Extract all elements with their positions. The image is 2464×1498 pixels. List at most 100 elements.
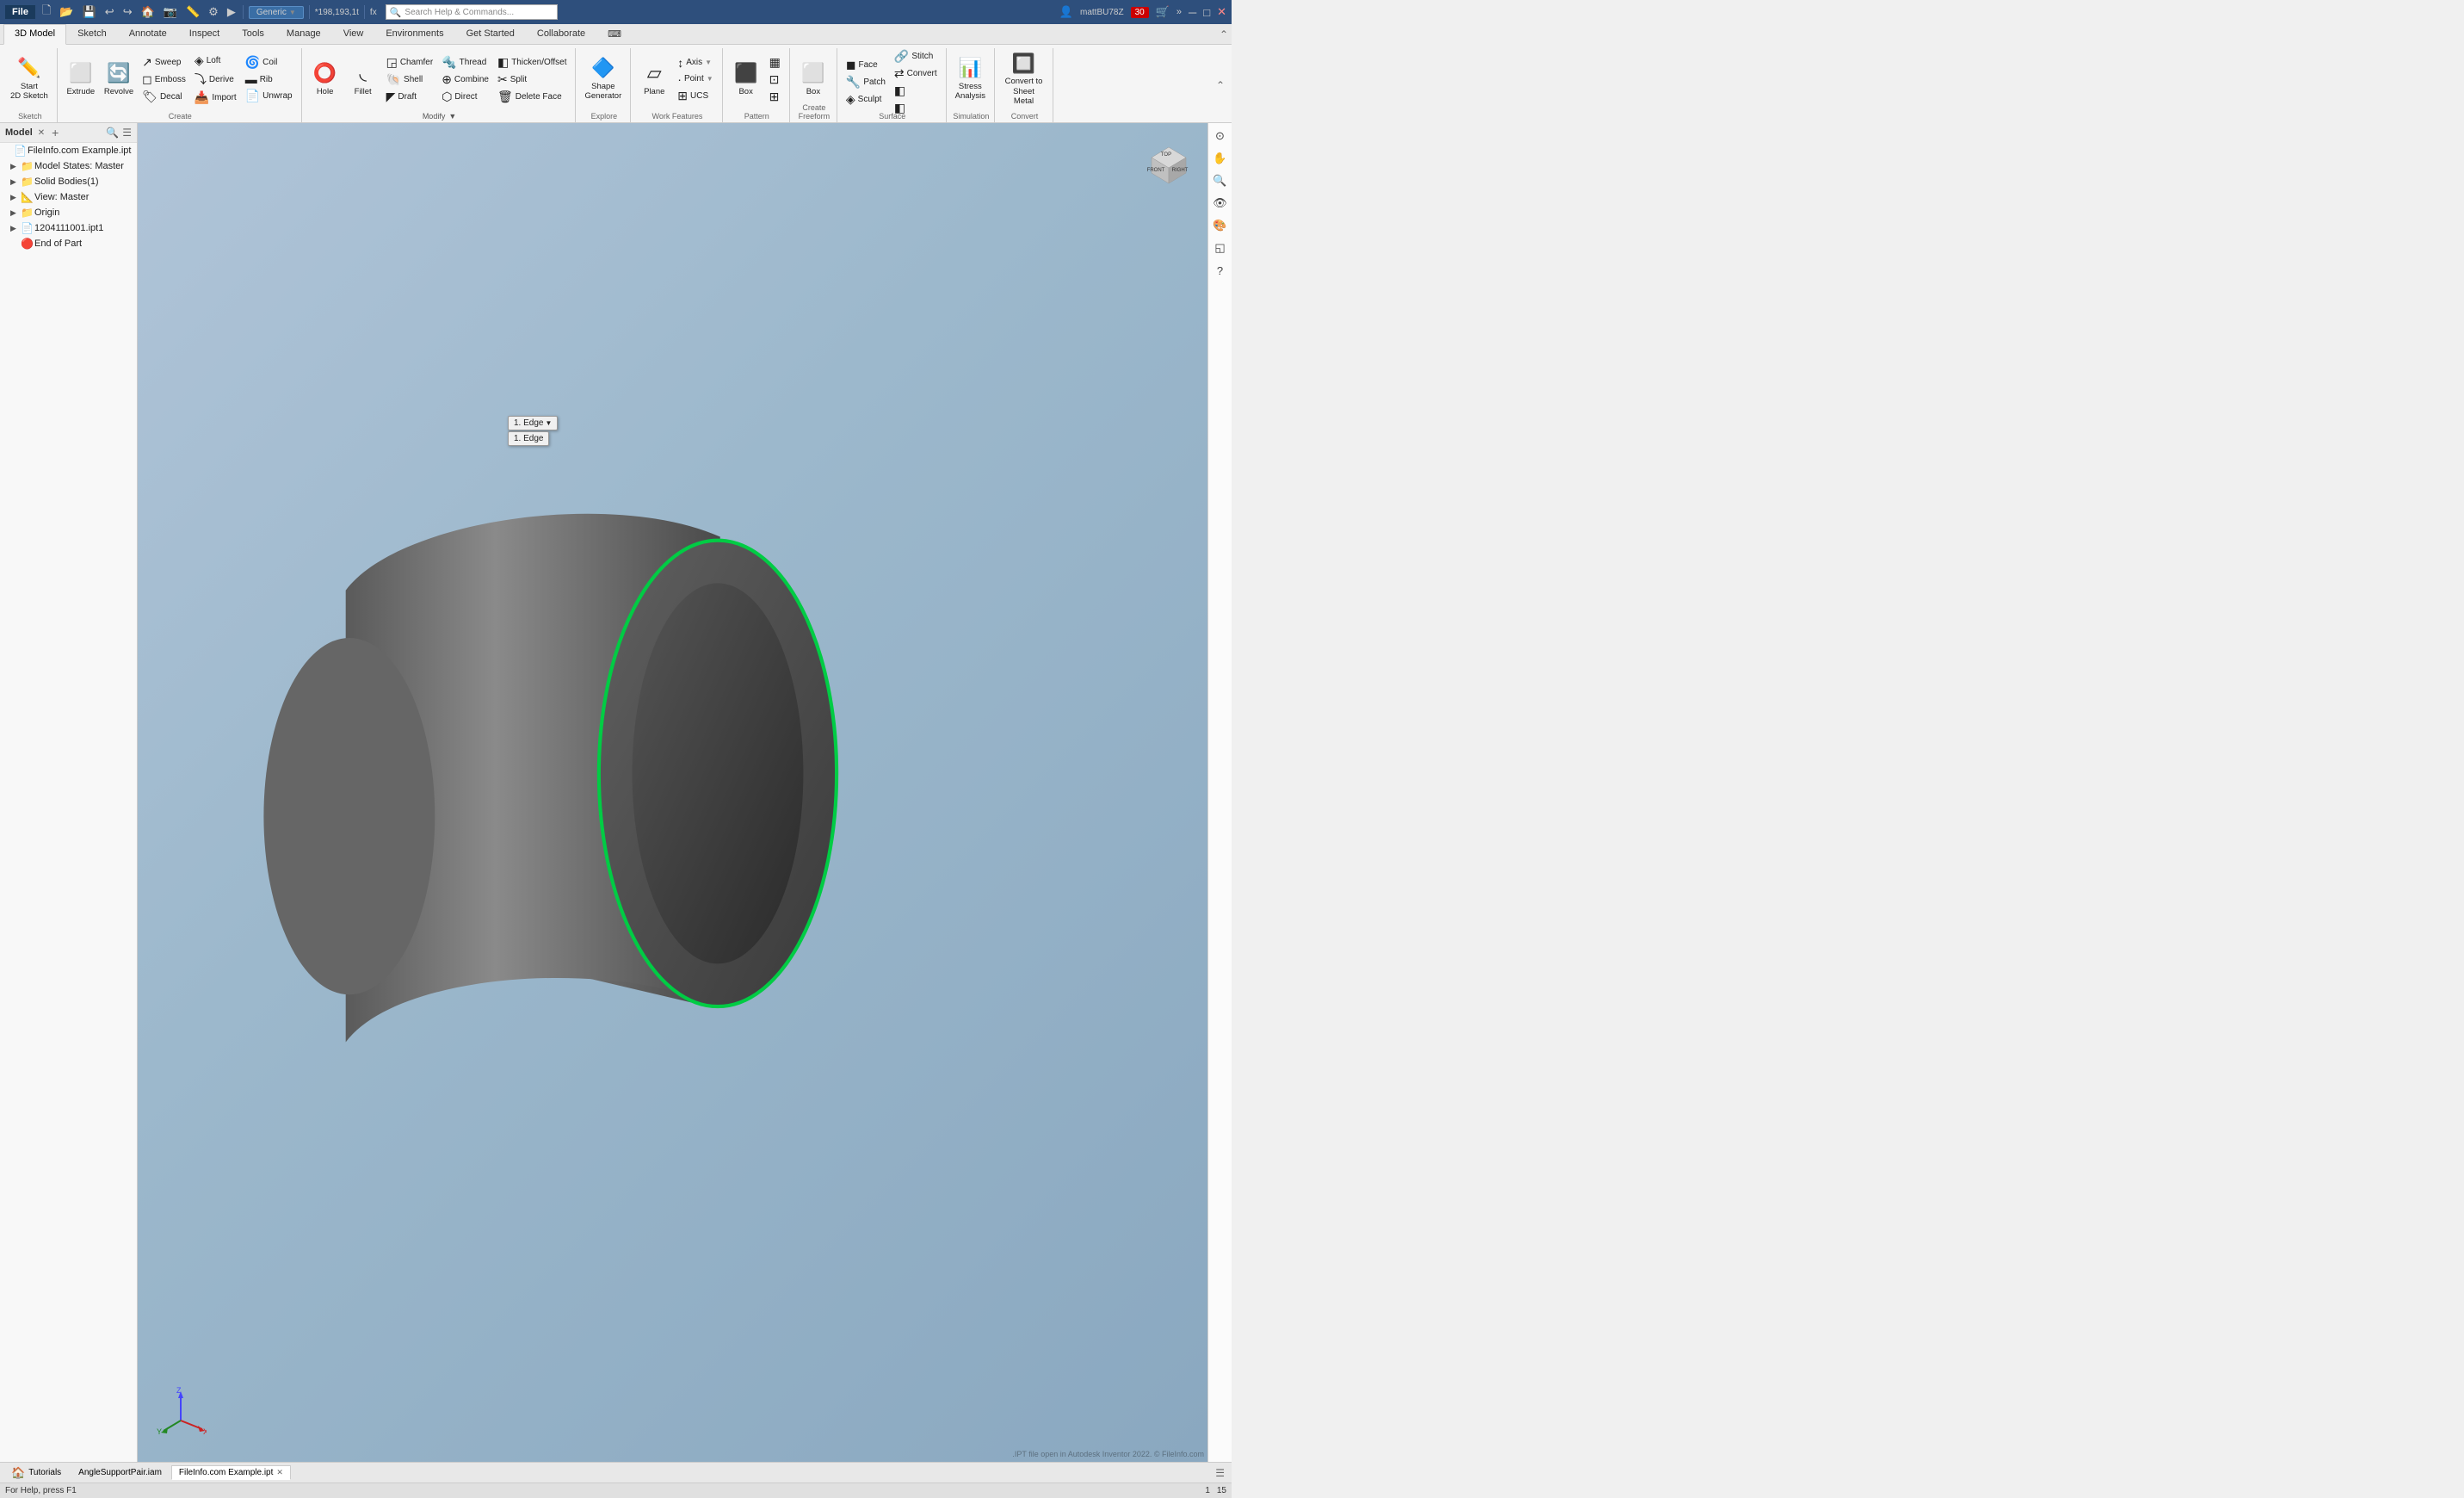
- tab-collaborate[interactable]: Collaborate: [526, 24, 596, 44]
- shell-button[interactable]: 🐚Shell: [383, 71, 437, 88]
- tab-anglesupportpair[interactable]: AngleSupportPair.iam: [71, 1465, 170, 1480]
- run-icon[interactable]: ▶: [225, 5, 238, 19]
- viewport[interactable]: 1. Edge ▼ 1. Edge TOP FRONT RIGHT: [138, 123, 1207, 1462]
- bottom-menu-btn[interactable]: ☰: [1212, 1467, 1228, 1479]
- start-2d-sketch-button[interactable]: ✏️ Start2D Sketch: [7, 55, 52, 102]
- shell-icon: 🐚: [386, 72, 401, 87]
- tooltip-edge-2[interactable]: 1. Edge: [508, 431, 549, 446]
- section-view-btn[interactable]: ◱: [1211, 238, 1230, 257]
- maximize-btn[interactable]: □: [1203, 6, 1210, 19]
- surface-btn3[interactable]: ◧: [891, 83, 941, 99]
- minimize-btn[interactable]: ─: [1189, 6, 1196, 19]
- fillet-button[interactable]: ◟ Fillet: [345, 60, 381, 98]
- tab-tools[interactable]: Tools: [231, 24, 275, 44]
- model-search-btn[interactable]: 🔍: [106, 127, 119, 139]
- derive-button[interactable]: ⤵Derive: [191, 70, 240, 89]
- model-tab-add[interactable]: +: [52, 126, 59, 139]
- new-icon[interactable]: 🗋: [40, 3, 52, 22]
- camera-icon[interactable]: 📷: [162, 5, 179, 19]
- split-button[interactable]: ✂Split: [494, 71, 571, 88]
- pattern-btn1[interactable]: ▦: [766, 54, 784, 71]
- tooltip-edge-1[interactable]: 1. Edge ▼: [508, 416, 558, 430]
- direct-button[interactable]: ⬡Direct: [438, 89, 492, 105]
- look-from-btn[interactable]: 👁: [1211, 194, 1230, 213]
- thread-button[interactable]: 🔩Thread: [438, 54, 492, 71]
- thicken-button[interactable]: ◧Thicken/Offset: [494, 54, 571, 71]
- ucs-button[interactable]: ⊞UCS: [674, 88, 716, 104]
- fileinfo-tab-close[interactable]: ✕: [276, 1468, 283, 1477]
- convert-sheet-metal-button[interactable]: 🔲 Convert toSheet Metal: [1000, 51, 1047, 108]
- face-button[interactable]: ◼Face: [843, 57, 889, 73]
- tab-3dmodel[interactable]: 3D Model: [3, 24, 66, 45]
- file-menu-button[interactable]: File: [5, 5, 35, 19]
- save-icon[interactable]: 💾: [81, 5, 98, 19]
- patch-button[interactable]: 🔧Patch: [843, 74, 889, 90]
- tree-item-root[interactable]: 📄 FileInfo.com Example.ipt: [0, 143, 137, 158]
- open-icon[interactable]: 📂: [58, 5, 75, 19]
- modify-arrow[interactable]: ▼: [448, 112, 456, 121]
- tab-fileinfo-example[interactable]: FileInfo.com Example.ipt ✕: [171, 1465, 291, 1480]
- tab-view[interactable]: View: [332, 24, 375, 44]
- unwrap-button[interactable]: 📄Unwrap: [242, 88, 296, 104]
- delete-face-button[interactable]: 🗑Delete Face: [494, 89, 571, 105]
- chamfer-button[interactable]: ◲Chamfer: [383, 54, 437, 71]
- sweep-button[interactable]: ↗Sweep: [139, 54, 189, 71]
- rib-button[interactable]: ▬Rib: [242, 71, 296, 87]
- revolve-button[interactable]: 🔄 Revolve: [101, 60, 137, 98]
- tree-item-origin[interactable]: ▶ 📁 Origin: [0, 205, 137, 220]
- ribbon-expand-btn[interactable]: ⌃: [1216, 79, 1225, 91]
- generic-dropdown[interactable]: Generic ▼: [249, 6, 304, 19]
- tree-item-view[interactable]: ▶ 📐 View: Master: [0, 189, 137, 205]
- emboss-button[interactable]: ◻Emboss: [139, 71, 189, 88]
- tab-annotate[interactable]: Annotate: [118, 24, 178, 44]
- home-icon[interactable]: 🏠: [139, 5, 157, 19]
- measure-icon[interactable]: 📏: [184, 5, 201, 19]
- box-freeform-button[interactable]: ⬜ Box: [795, 60, 831, 98]
- model-tab-close[interactable]: ✕: [38, 128, 45, 138]
- box-pattern-button[interactable]: ⬛ Box: [728, 60, 764, 98]
- tab-getstarted[interactable]: Get Started: [455, 24, 526, 44]
- nav-cube[interactable]: TOP FRONT RIGHT: [1139, 132, 1199, 192]
- tab-tutorials[interactable]: 🏠 Tutorials: [3, 1464, 69, 1483]
- import-button[interactable]: 📥Import: [191, 90, 240, 106]
- plane-button[interactable]: ▱ Plane: [636, 60, 672, 98]
- axis-button[interactable]: ↕Axis▼: [674, 55, 716, 71]
- stress-analysis-button[interactable]: 📊 StressAnalysis: [952, 55, 989, 102]
- plane-icon: ▱: [647, 62, 662, 84]
- settings-icon[interactable]: ⚙: [207, 5, 220, 19]
- loft-button[interactable]: ◈Loft: [191, 53, 240, 69]
- tab-environments[interactable]: Environments: [374, 24, 454, 44]
- tree-item-ipt1[interactable]: ▶ 📄 1204111001.ipt1: [0, 220, 137, 236]
- help-rt-btn[interactable]: ?: [1211, 261, 1230, 280]
- coil-button[interactable]: 🌀Coil: [242, 54, 296, 71]
- tree-item-solidbodies[interactable]: ▶ 📁 Solid Bodies(1): [0, 174, 137, 189]
- tree-item-endofpart[interactable]: 🔴 End of Part: [0, 236, 137, 251]
- hole-button[interactable]: ⭕ Hole: [307, 60, 343, 98]
- draft-button[interactable]: ◤Draft: [383, 89, 437, 105]
- tab-sketch[interactable]: Sketch: [66, 24, 118, 44]
- redo-icon[interactable]: ↪: [121, 5, 134, 19]
- tab-inspect[interactable]: Inspect: [178, 24, 231, 44]
- stitch-button[interactable]: 🔗Stitch: [891, 48, 941, 65]
- convert-surface-button[interactable]: ⇄Convert: [891, 65, 941, 82]
- model-menu-btn[interactable]: ☰: [122, 127, 132, 139]
- orbit-btn[interactable]: ⊙: [1211, 127, 1230, 145]
- pattern-btn2[interactable]: ⊡: [766, 71, 784, 88]
- sculpt-button[interactable]: ◈Sculpt: [843, 91, 889, 108]
- tree-item-modelstates[interactable]: ▶ 📁 Model States: Master: [0, 158, 137, 174]
- shape-generator-button[interactable]: 🔷 ShapeGenerator: [581, 55, 625, 102]
- point-button[interactable]: ·Point▼: [674, 71, 716, 87]
- tab-manage[interactable]: Manage: [275, 24, 332, 44]
- combine-button[interactable]: ⊕Combine: [438, 71, 492, 88]
- pattern-btn3[interactable]: ⊞: [766, 89, 784, 105]
- workfeatures-group-label: Work Features: [633, 112, 721, 121]
- decal-button[interactable]: 🏷Decal: [139, 89, 189, 105]
- zoom-search-btn[interactable]: 🔍: [1211, 171, 1230, 190]
- close-btn[interactable]: ✕: [1217, 5, 1226, 19]
- extrude-button[interactable]: ⬜ Extrude: [63, 60, 99, 98]
- appearance-btn[interactable]: 🎨: [1211, 216, 1230, 235]
- pan-btn[interactable]: ✋: [1211, 149, 1230, 168]
- expand-ribbon-icon[interactable]: ⌃: [1220, 28, 1228, 40]
- undo-icon[interactable]: ↩: [103, 5, 116, 19]
- tab-help[interactable]: ⌨: [596, 24, 633, 44]
